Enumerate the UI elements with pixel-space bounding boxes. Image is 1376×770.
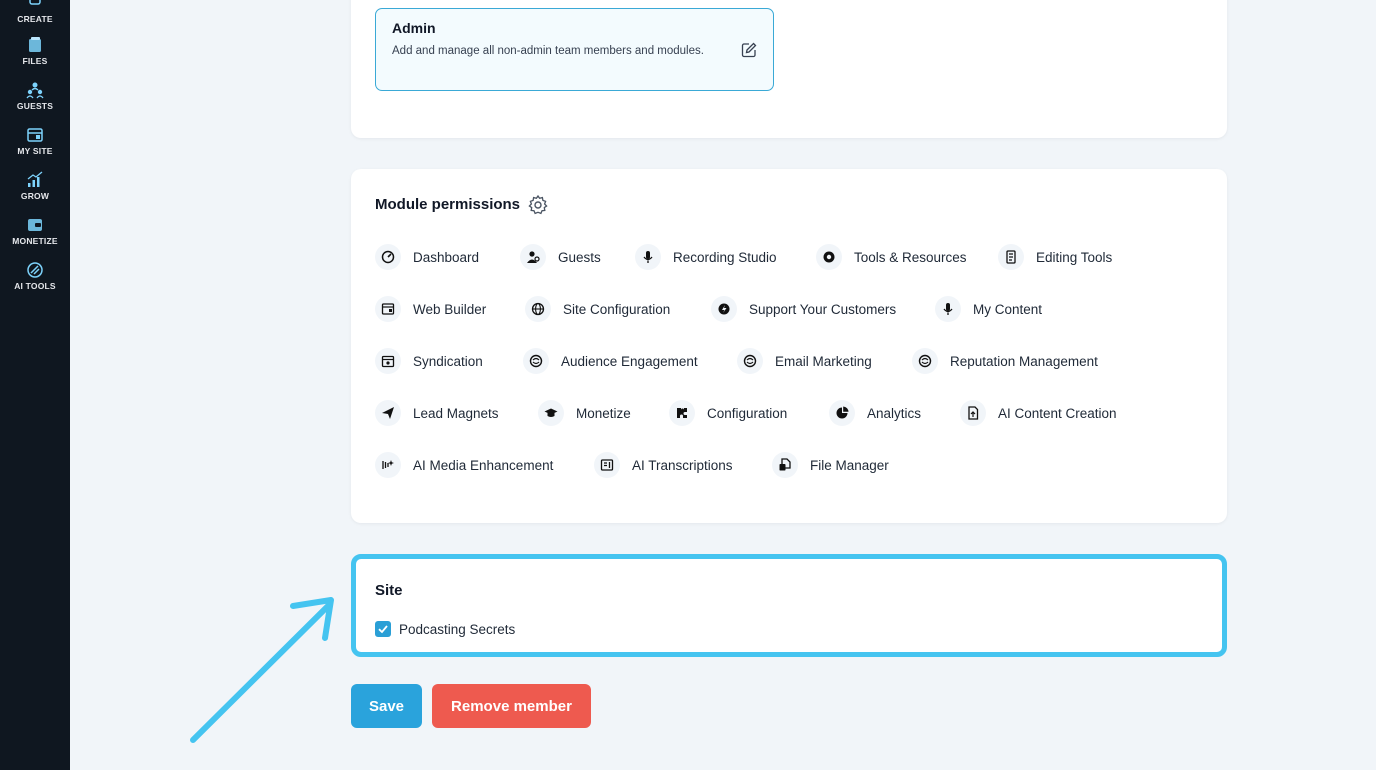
tools-icon — [823, 251, 835, 263]
microphone-icon — [943, 303, 953, 315]
ai-tools-icon — [27, 262, 43, 278]
checkbox-label: Podcasting Secrets — [399, 621, 516, 637]
module-syndication[interactable]: Syndication — [375, 348, 483, 374]
module-my-content[interactable]: My Content — [935, 296, 1042, 322]
module-editing-tools[interactable]: Editing Tools — [998, 244, 1112, 270]
checkbox-checked[interactable] — [375, 621, 391, 637]
nav-item-monetize[interactable]: MONETIZE — [0, 216, 70, 246]
edit-icon[interactable] — [741, 42, 757, 58]
files-icon — [29, 37, 41, 52]
nav-label: FILES — [22, 56, 48, 66]
globe-icon — [531, 302, 545, 316]
annotation-arrow-icon — [190, 597, 334, 743]
monetize-icon — [28, 219, 42, 231]
engagement-icon — [918, 354, 932, 368]
nav-item-guests[interactable]: GUESTS — [0, 81, 70, 111]
module-permissions-card: Module permissions Dashboard Guests Reco… — [351, 169, 1227, 523]
create-icon — [29, 0, 41, 5]
graduation-cap-icon — [544, 408, 558, 417]
engagement-icon — [743, 354, 757, 368]
module-audience-engagement[interactable]: Audience Engagement — [523, 348, 698, 374]
document-icon — [968, 406, 979, 420]
module-recording-studio[interactable]: Recording Studio — [635, 244, 777, 270]
module-dashboard[interactable]: Dashboard — [375, 244, 479, 270]
calendar-icon — [381, 355, 395, 368]
nav-label: GROW — [20, 191, 50, 201]
nav-item-grow[interactable]: GROW — [0, 171, 70, 201]
module-reputation-management[interactable]: Reputation Management — [912, 348, 1098, 374]
module-file-manager[interactable]: File Manager — [772, 452, 889, 478]
send-icon — [382, 407, 394, 419]
module-ai-transcriptions[interactable]: AI Transcriptions — [594, 452, 733, 478]
role-description: Add and manage all non-admin team member… — [392, 45, 704, 57]
module-monetize[interactable]: Monetize — [538, 400, 631, 426]
module-configuration[interactable]: Configuration — [669, 400, 787, 426]
engagement-icon — [529, 354, 543, 368]
role-option-admin[interactable]: Admin Add and manage all non-admin team … — [375, 8, 774, 91]
guests-icon — [527, 251, 540, 263]
module-guests[interactable]: Guests — [520, 244, 601, 270]
file-manager-icon — [779, 458, 791, 471]
my-site-icon — [27, 128, 43, 142]
nav-label: GUESTS — [16, 101, 54, 111]
sidebar: CREATE FILES GUESTS MY SITE GROW MONETIZ… — [0, 0, 70, 770]
remove-member-button[interactable]: Remove member — [432, 684, 591, 728]
guests-icon — [26, 82, 44, 99]
module-email-marketing[interactable]: Email Marketing — [737, 348, 872, 374]
role-card: Admin Add and manage all non-admin team … — [351, 0, 1227, 138]
microphone-icon — [643, 251, 653, 263]
editing-icon — [1006, 250, 1016, 264]
gear-icon[interactable] — [527, 194, 549, 216]
check-icon — [378, 625, 388, 634]
module-ai-media-enhancement[interactable]: AI Media Enhancement — [375, 452, 553, 478]
site-checkbox-podcasting-secrets[interactable]: Podcasting Secrets — [375, 621, 515, 637]
save-button[interactable]: Save — [351, 684, 422, 728]
nav-label: AI TOOLS — [14, 281, 56, 291]
pie-chart-icon — [836, 406, 849, 419]
puzzle-icon — [677, 408, 687, 418]
module-lead-magnets[interactable]: Lead Magnets — [375, 400, 499, 426]
nav-item-my-site[interactable]: MY SITE — [0, 126, 70, 156]
nav-item-ai-tools[interactable]: AI TOOLS — [0, 261, 70, 291]
module-web-builder[interactable]: Web Builder — [375, 296, 486, 322]
dashboard-icon — [381, 250, 395, 264]
module-tools-resources[interactable]: Tools & Resources — [816, 244, 967, 270]
sparkle-icon — [382, 460, 394, 469]
support-icon — [718, 303, 730, 315]
module-support-customers[interactable]: Support Your Customers — [711, 296, 896, 322]
site-card: Site Podcasting Secrets — [351, 554, 1227, 657]
nav-label: CREATE — [17, 14, 53, 24]
transcription-icon — [600, 459, 614, 471]
module-analytics[interactable]: Analytics — [829, 400, 921, 426]
nav-label: MONETIZE — [12, 236, 58, 246]
module-permissions-title: Module permissions — [375, 196, 521, 213]
nav-item-create[interactable]: CREATE — [0, 0, 70, 24]
nav-label: MY SITE — [17, 146, 53, 156]
nav-item-files[interactable]: FILES — [0, 36, 70, 66]
grow-icon — [27, 171, 43, 187]
module-site-configuration[interactable]: Site Configuration — [525, 296, 670, 322]
web-builder-icon — [381, 303, 395, 315]
role-title: Admin — [392, 20, 436, 36]
site-title: Site — [375, 582, 403, 599]
module-ai-content-creation[interactable]: AI Content Creation — [960, 400, 1117, 426]
